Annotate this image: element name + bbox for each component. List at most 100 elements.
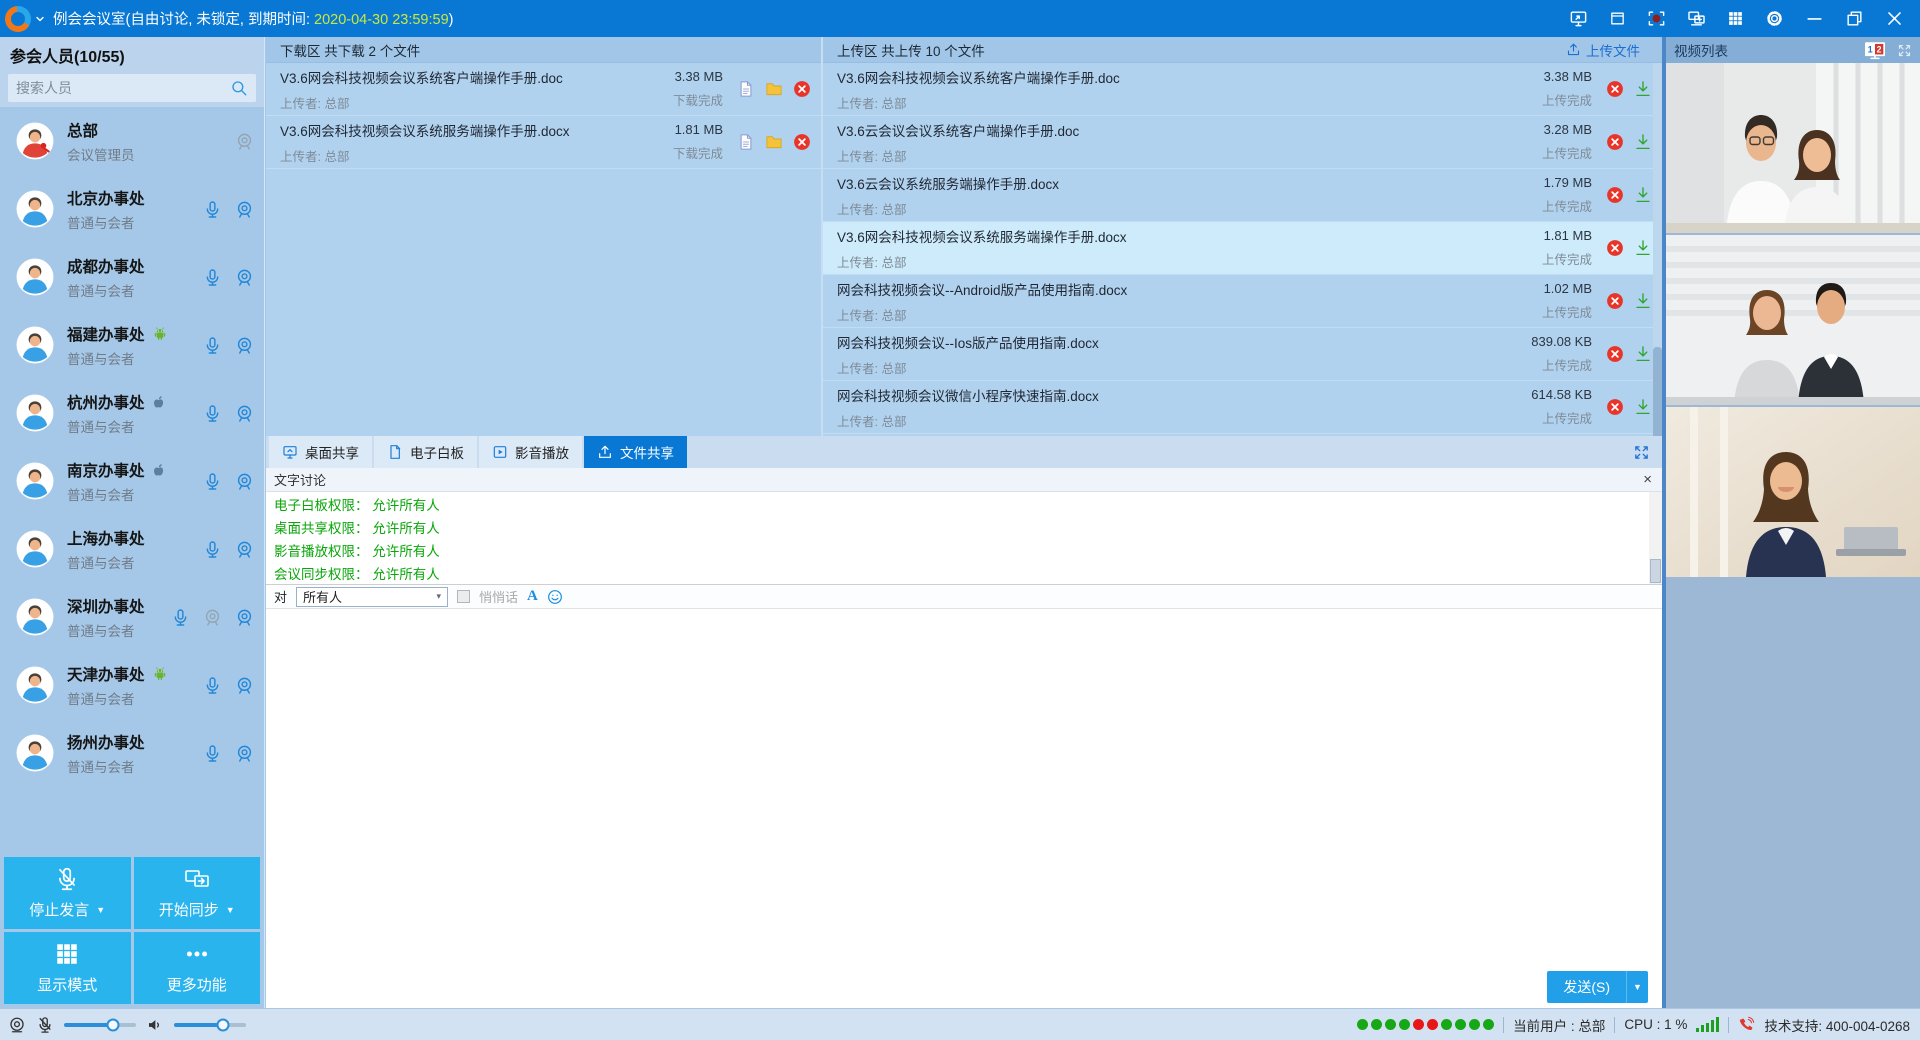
screen-share-icon[interactable] <box>1569 9 1588 28</box>
close-button[interactable] <box>1885 9 1904 28</box>
recipient-select[interactable]: 所有人 ▾ <box>296 587 448 607</box>
video-thumbnail[interactable] <box>1666 235 1920 405</box>
android-icon[interactable] <box>152 326 168 342</box>
webcam-icon[interactable] <box>8 1016 26 1034</box>
speaker-volume-slider[interactable] <box>174 1023 246 1027</box>
maximize-restore-button[interactable] <box>1845 9 1864 28</box>
emoji-icon[interactable] <box>547 589 563 605</box>
upload-file-row[interactable]: 网会视频会议企业后台使用说明书1.0.1.docx 上传者: 总部 1.23 M… <box>823 434 1662 436</box>
window-mode-icon[interactable] <box>1609 10 1626 27</box>
webcam-icon[interactable] <box>235 200 254 219</box>
mic-muted-icon[interactable] <box>36 1016 54 1034</box>
meeting-control-button[interactable]: 开始同步 ▼ <box>134 857 261 929</box>
minimize-button[interactable] <box>1805 9 1824 28</box>
chevron-down-icon[interactable]: ▼ <box>96 905 105 915</box>
upload-file-row[interactable]: V3.6云会议系统服务端操作手册.docx 上传者: 总部 1.79 MB 上传… <box>823 169 1662 222</box>
search-icon[interactable] <box>230 79 248 97</box>
apple-icon[interactable] <box>152 462 168 478</box>
search-input[interactable]: 搜索人员 <box>8 74 256 102</box>
remove-icon[interactable] <box>1606 292 1624 310</box>
remove-icon[interactable] <box>1606 186 1624 204</box>
settings-gear-icon[interactable] <box>1765 9 1784 28</box>
meeting-control-button[interactable]: 显示模式 ▼ <box>4 932 131 1004</box>
webcam-disabled-icon[interactable] <box>203 608 222 627</box>
open-folder-icon[interactable] <box>765 80 783 98</box>
meeting-control-button[interactable]: 停止发言 ▼ <box>4 857 131 929</box>
android-icon[interactable] <box>152 666 168 682</box>
participant-row[interactable]: 南京办事处 普通与会者 <box>0 447 264 515</box>
download-icon[interactable] <box>1634 345 1652 363</box>
scrollbar-thumb[interactable] <box>1653 347 1662 436</box>
meeting-control-button[interactable]: 更多功能 ▼ <box>134 932 261 1004</box>
remove-icon[interactable] <box>1606 398 1624 416</box>
webcam-icon[interactable] <box>235 540 254 559</box>
video-thumbnail[interactable] <box>1666 63 1920 233</box>
participant-row[interactable]: 福建办事处 普通与会者 <box>0 311 264 379</box>
upload-file-row[interactable]: V3.6网会科技视频会议系统服务端操作手册.docx 上传者: 总部 1.81 … <box>823 222 1662 275</box>
upload-file-row[interactable]: V3.6云会议会议系统客户端操作手册.doc 上传者: 总部 3.28 MB 上… <box>823 116 1662 169</box>
participant-row[interactable]: 上海办事处 普通与会者 <box>0 515 264 583</box>
slider-thumb[interactable] <box>216 1018 229 1031</box>
download-icon[interactable] <box>1634 292 1652 310</box>
slider-thumb[interactable] <box>106 1018 119 1031</box>
participant-row[interactable]: 杭州办事处 普通与会者 <box>0 379 264 447</box>
participant-row[interactable]: 天津办事处 普通与会者 <box>0 651 264 719</box>
video-fullscreen-icon[interactable] <box>1897 43 1912 58</box>
remove-icon[interactable] <box>1606 133 1624 151</box>
download-icon[interactable] <box>1634 398 1652 416</box>
function-tab[interactable]: 影音播放 <box>479 436 582 468</box>
mic-icon[interactable] <box>203 268 222 287</box>
expand-panel-icon[interactable] <box>1633 444 1650 461</box>
video-thumbnail[interactable] <box>1666 407 1920 577</box>
layout-grid-icon[interactable] <box>1727 10 1744 27</box>
webcam-icon[interactable] <box>235 608 254 627</box>
scrollbar-track[interactable] <box>1653 63 1662 436</box>
participant-row[interactable]: 总部 会议管理员 <box>0 107 264 175</box>
remove-icon[interactable] <box>1606 80 1624 98</box>
mic-icon[interactable] <box>203 744 222 763</box>
participant-row[interactable]: 深圳办事处 普通与会者 <box>0 583 264 651</box>
download-icon[interactable] <box>1634 80 1652 98</box>
remove-icon[interactable] <box>1606 239 1624 257</box>
chat-close-icon[interactable]: × <box>1643 472 1652 487</box>
function-tab[interactable]: 电子白板 <box>374 436 477 468</box>
chat-scrollbar[interactable] <box>1649 492 1662 584</box>
webcam-icon[interactable] <box>235 336 254 355</box>
font-style-button[interactable]: A <box>527 588 538 605</box>
mic-volume-slider[interactable] <box>64 1023 136 1027</box>
mic-icon[interactable] <box>203 676 222 695</box>
upload-file-row[interactable]: 网会科技视频会议微信小程序快速指南.docx 上传者: 总部 614.58 KB… <box>823 381 1662 434</box>
download-file-row[interactable]: V3.6网会科技视频会议系统客户端操作手册.doc 上传者: 总部 3.38 M… <box>266 63 821 116</box>
download-icon[interactable] <box>1634 186 1652 204</box>
invite-device-icon[interactable] <box>1687 9 1706 28</box>
function-tab[interactable]: 桌面共享 <box>269 436 372 468</box>
send-options-arrow[interactable]: ▼ <box>1626 971 1648 1003</box>
open-file-icon[interactable] <box>737 133 755 151</box>
webcam-icon[interactable] <box>235 744 254 763</box>
upload-file-button[interactable]: 上传文件 <box>1566 40 1640 60</box>
download-icon[interactable] <box>1634 239 1652 257</box>
chat-input-area[interactable]: 发送(S) ▼ <box>266 609 1662 1008</box>
download-icon[interactable] <box>1634 133 1652 151</box>
mic-icon[interactable] <box>203 336 222 355</box>
chevron-down-icon[interactable]: ▼ <box>226 905 235 915</box>
record-icon[interactable] <box>1647 9 1666 28</box>
download-file-row[interactable]: V3.6网会科技视频会议系统服务端操作手册.docx 上传者: 总部 1.81 … <box>266 116 821 169</box>
webcam-disabled-icon[interactable] <box>235 132 254 151</box>
webcam-icon[interactable] <box>235 268 254 287</box>
participant-row[interactable]: 成都办事处 普通与会者 <box>0 243 264 311</box>
chat-scrollbar-thumb[interactable] <box>1650 559 1661 583</box>
function-tab[interactable]: 文件共享 <box>584 436 687 468</box>
participant-row[interactable]: 北京办事处 普通与会者 <box>0 175 264 243</box>
whisper-checkbox[interactable] <box>457 590 470 603</box>
upload-file-row[interactable]: 网会科技视频会议--Android版产品使用指南.docx 上传者: 总部 1.… <box>823 275 1662 328</box>
remove-icon[interactable] <box>793 133 811 151</box>
participant-row[interactable]: 扬州办事处 普通与会者 <box>0 719 264 787</box>
remove-icon[interactable] <box>1606 345 1624 363</box>
video-layout-icon[interactable] <box>1863 40 1887 61</box>
mic-icon[interactable] <box>203 200 222 219</box>
upload-file-row[interactable]: V3.6网会科技视频会议系统客户端操作手册.doc 上传者: 总部 3.38 M… <box>823 63 1662 116</box>
webcam-icon[interactable] <box>235 404 254 423</box>
apple-icon[interactable] <box>152 394 168 410</box>
upload-file-row[interactable]: 网会科技视频会议--Ios版产品使用指南.docx 上传者: 总部 839.08… <box>823 328 1662 381</box>
